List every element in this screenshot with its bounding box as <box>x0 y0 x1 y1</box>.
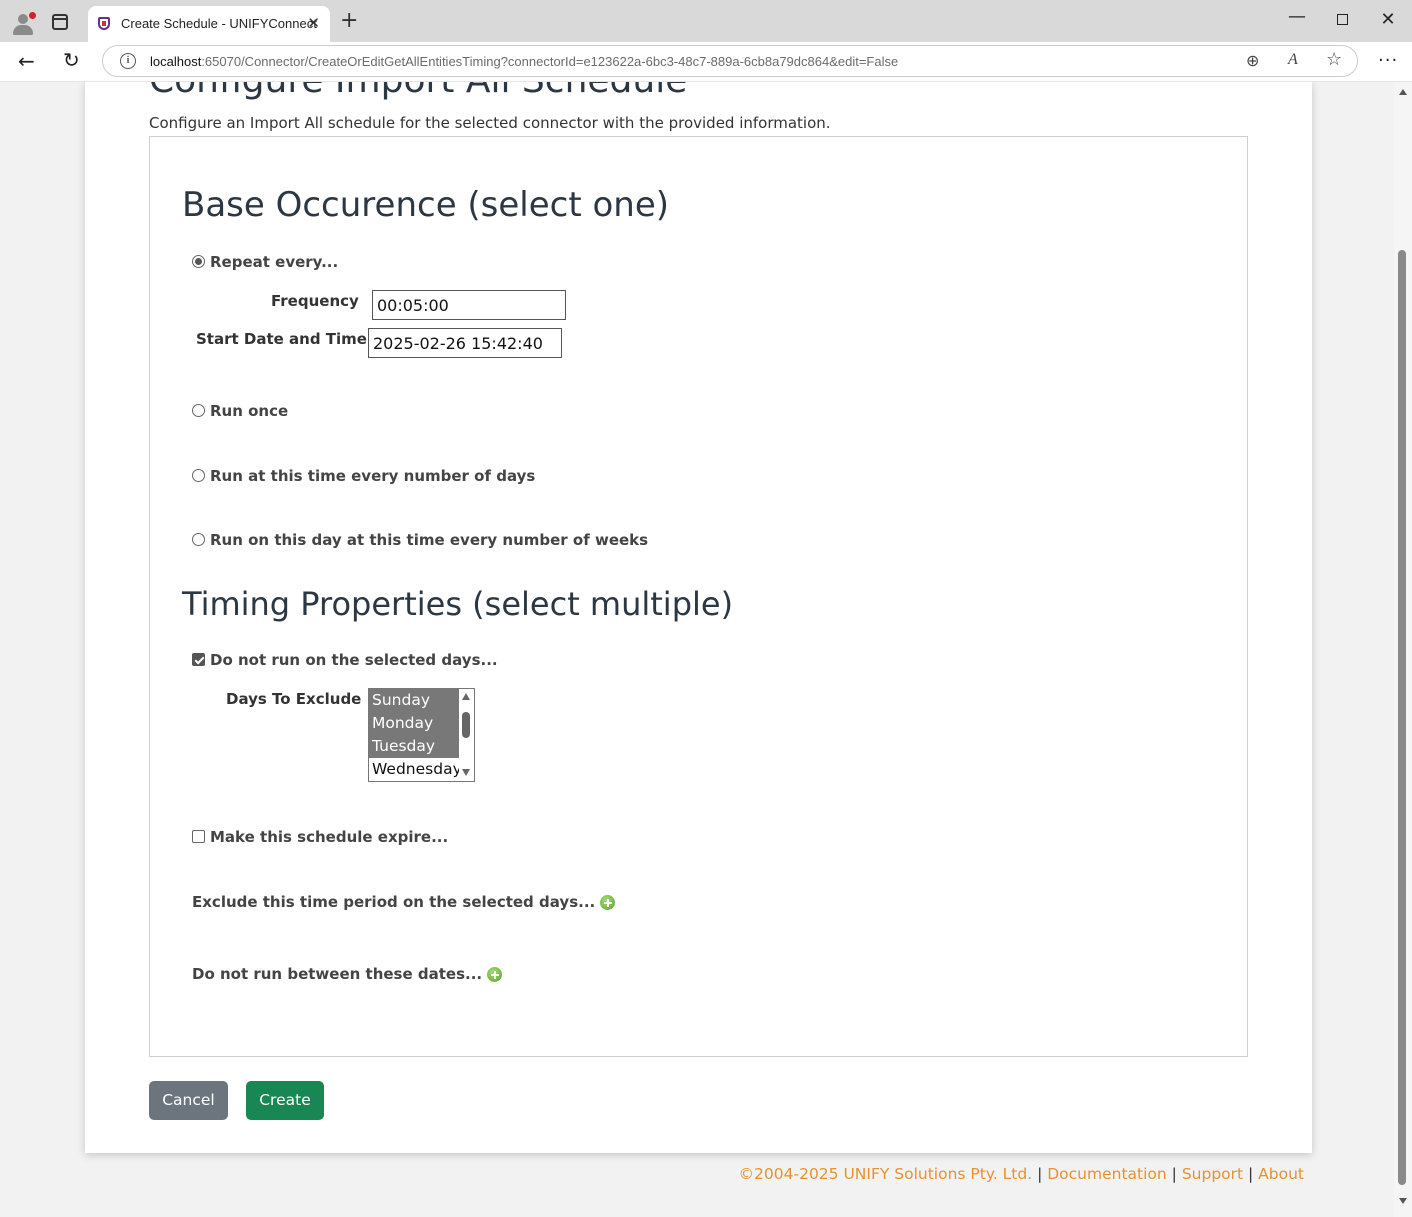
option-exclude-days[interactable]: Do not run on the selected days... <box>192 651 498 669</box>
listbox-scroll-down-icon[interactable] <box>462 769 470 776</box>
page-title: Configure Import All Schedule <box>149 82 687 101</box>
option-expire[interactable]: Make this schedule expire... <box>192 828 448 846</box>
radio-repeat-every[interactable] <box>192 255 205 268</box>
page-scroll-thumb[interactable] <box>1398 250 1406 1185</box>
browser-tab[interactable]: Create Schedule - UNIFYConnect ✕ <box>88 6 330 42</box>
option-run-every-weeks[interactable]: Run on this day at this time every numbe… <box>192 531 648 549</box>
tab-title: Create Schedule - UNIFYConnect <box>121 16 317 31</box>
radio-run-every-weeks[interactable] <box>192 533 205 546</box>
url-text[interactable]: localhost:65070/Connector/CreateOrEditGe… <box>150 54 898 69</box>
day-option-tuesday[interactable]: Tuesday <box>369 735 460 758</box>
tab-actions-icon[interactable] <box>52 14 68 30</box>
schedule-form: Base Occurence (select one) Repeat every… <box>149 136 1248 1057</box>
day-option-sunday[interactable]: Sunday <box>369 689 460 712</box>
browser-tab-strip: Create Schedule - UNIFYConnect ✕ + — ✕ <box>0 0 1412 42</box>
page-footer: ©2004-2025 UNIFY Solutions Pty. Ltd. | D… <box>738 1165 1304 1183</box>
exclude-dates-row: Do not run between these dates... <box>192 965 503 983</box>
listbox-scroll-thumb[interactable] <box>462 712 470 738</box>
copyright-link[interactable]: ©2004-2025 UNIFY Solutions Pty. Ltd. <box>739 1165 1033 1183</box>
timing-properties-heading: Timing Properties (select multiple) <box>182 585 734 623</box>
profile-icon[interactable] <box>10 10 36 36</box>
listbox-scroll-up-icon[interactable] <box>462 693 470 700</box>
checkbox-expire[interactable] <box>192 830 205 843</box>
site-info-icon[interactable]: i <box>120 53 136 69</box>
option-repeat-every[interactable]: Repeat every... <box>192 253 338 271</box>
start-date-time-label: Start Date and Time <box>196 330 367 348</box>
option-run-once[interactable]: Run once <box>192 402 288 420</box>
about-link[interactable]: About <box>1258 1165 1304 1183</box>
maximize-icon[interactable] <box>1327 10 1357 29</box>
days-to-exclude-listbox[interactable]: Sunday Monday Tuesday Wednesday <box>368 688 475 782</box>
browser-menu-icon[interactable]: ··· <box>1378 50 1398 71</box>
add-exclude-dates-icon[interactable] <box>487 967 503 982</box>
day-option-wednesday[interactable]: Wednesday <box>369 758 462 781</box>
page-viewport: Configure Import All Schedule Configure … <box>0 82 1394 1217</box>
radio-run-every-days[interactable] <box>192 469 205 482</box>
support-link[interactable]: Support <box>1182 1165 1243 1183</box>
add-exclude-period-icon[interactable] <box>600 895 616 910</box>
frequency-input[interactable] <box>372 290 566 320</box>
zoom-icon[interactable]: ⊕ <box>1246 51 1259 70</box>
checkbox-exclude-days[interactable] <box>192 653 205 666</box>
site-favicon-icon <box>98 17 110 30</box>
new-tab-icon[interactable]: + <box>340 10 358 32</box>
favorite-star-icon[interactable]: ☆ <box>1326 49 1342 70</box>
option-run-every-days[interactable]: Run at this time every number of days <box>192 467 535 485</box>
minimize-icon[interactable]: — <box>1282 6 1312 27</box>
create-button[interactable]: Create <box>246 1081 324 1120</box>
window-close-icon[interactable]: ✕ <box>1373 9 1403 30</box>
days-to-exclude-label: Days To Exclude <box>226 690 362 708</box>
radio-run-once[interactable] <box>192 404 205 417</box>
base-occurrence-heading: Base Occurence (select one) <box>182 185 670 225</box>
day-option-monday[interactable]: Monday <box>369 712 460 735</box>
scroll-up-icon[interactable] <box>1399 89 1407 95</box>
address-bar[interactable]: i localhost:65070/Connector/CreateOrEdit… <box>102 45 1358 77</box>
reload-icon[interactable]: ↻ <box>63 48 80 72</box>
read-aloud-icon[interactable]: A <box>1288 51 1298 69</box>
listbox-scrollbar[interactable] <box>459 689 474 781</box>
cancel-button[interactable]: Cancel <box>149 1081 228 1120</box>
content-card: Configure Import All Schedule Configure … <box>85 82 1312 1153</box>
page-scrollbar[interactable] <box>1394 82 1412 1217</box>
start-date-time-input[interactable] <box>368 328 562 358</box>
browser-toolbar: ← ↻ i localhost:65070/Connector/CreateOr… <box>0 42 1412 82</box>
scroll-down-icon[interactable] <box>1399 1198 1407 1204</box>
exclude-dates-label: Do not run between these dates... <box>192 965 483 983</box>
exclude-time-period-row: Exclude this time period on the selected… <box>192 893 616 911</box>
page-description: Configure an Import All schedule for the… <box>149 114 831 132</box>
documentation-link[interactable]: Documentation <box>1047 1165 1167 1183</box>
tab-close-icon[interactable]: ✕ <box>307 14 320 32</box>
frequency-label: Frequency <box>271 292 359 310</box>
back-arrow-icon[interactable]: ← <box>18 49 35 73</box>
exclude-time-period-label: Exclude this time period on the selected… <box>192 893 596 911</box>
